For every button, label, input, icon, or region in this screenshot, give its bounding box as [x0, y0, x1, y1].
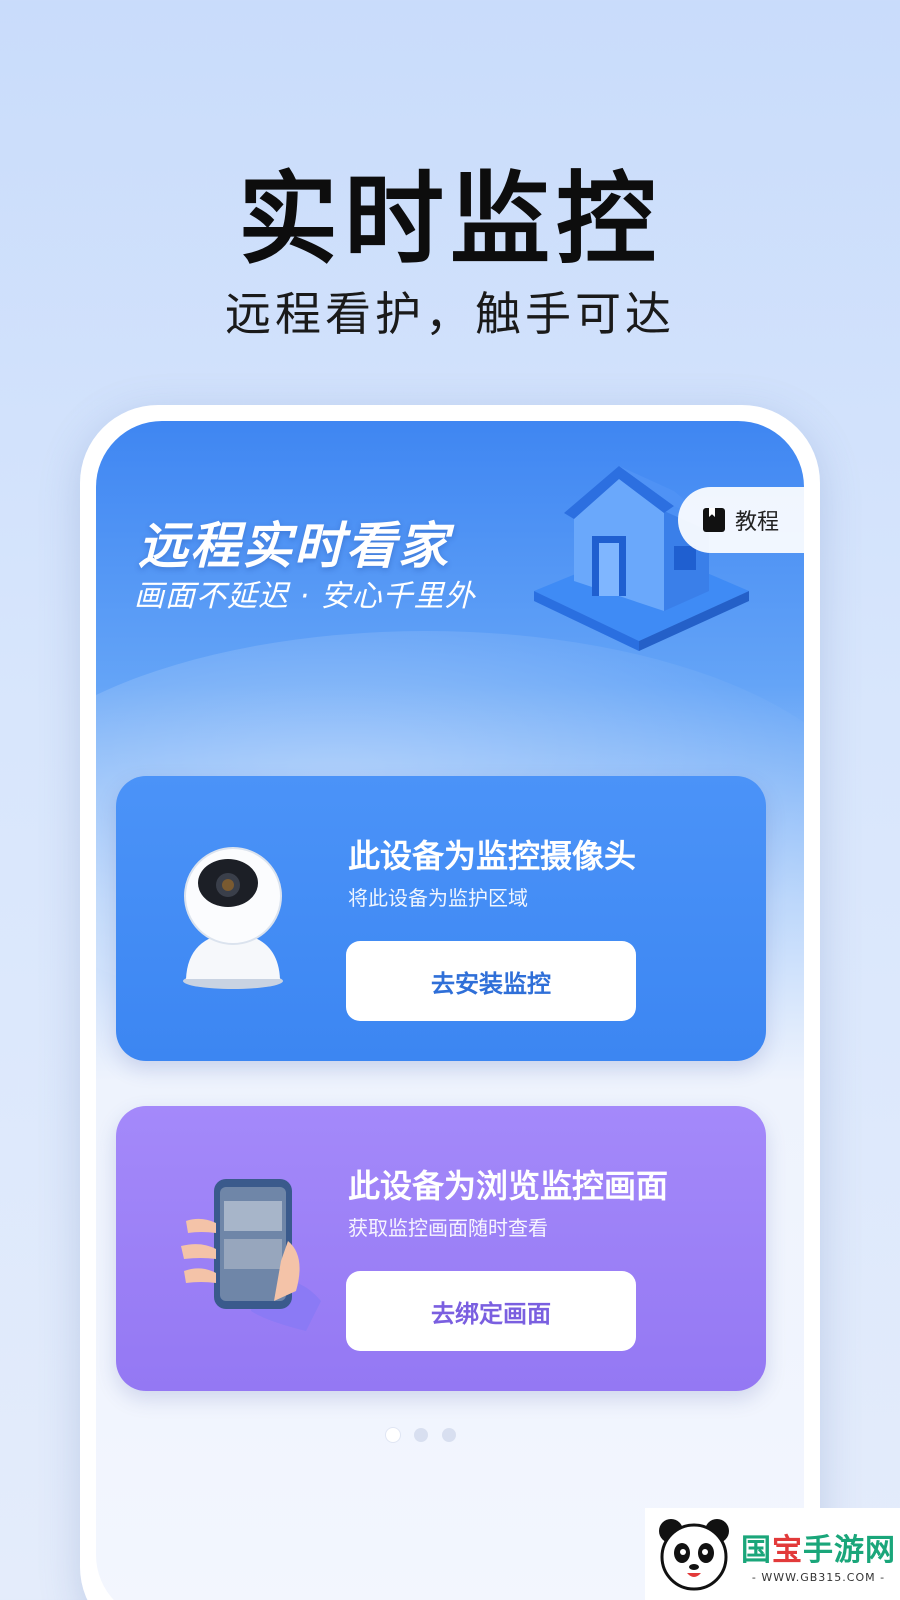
viewer-card-title: 此设备为浏览监控画面: [348, 1167, 669, 1205]
tutorial-label: 教程: [734, 510, 779, 535]
tutorial-button[interactable]: 教程: [678, 487, 804, 553]
viewer-card-description: 获取监控画面随时查看: [348, 1216, 548, 1240]
watermark-url: - WWW.GB315.COM -: [751, 1570, 886, 1584]
panda-logo-icon: [659, 1519, 729, 1591]
camera-card-title: 此设备为监控摄像头: [348, 837, 637, 875]
phone-in-hand-icon: [181, 1179, 321, 1331]
subheadline: 远程看护，触手可达: [225, 287, 675, 341]
install-monitor-button[interactable]: 去安装监控: [346, 941, 636, 1021]
camera-card-description: 将此设备为监护区域: [348, 886, 528, 910]
hero-title: 远程实时看家: [138, 517, 450, 575]
bookmark-icon: [702, 508, 725, 532]
headline: 实时监控: [238, 161, 662, 278]
page-dot[interactable]: [386, 1428, 400, 1442]
camera-mode-card[interactable]: 此设备为监控摄像头 将此设备为监护区域 去安装监控: [116, 776, 766, 1061]
hero-subtitle: 画面不延迟 · 安心千里外: [134, 579, 476, 614]
page-indicator: [386, 1428, 456, 1442]
page-dot[interactable]: [442, 1428, 456, 1442]
page-dot[interactable]: [414, 1428, 428, 1442]
app-screen: 远程实时看家 画面不延迟 · 安心千里外 教程 此设备为监控摄像头 将此设备为监…: [96, 421, 804, 1600]
bind-screen-button[interactable]: 去绑定画面: [346, 1271, 636, 1351]
watermark-logo: 国宝手游网: [741, 1532, 896, 1568]
viewer-mode-card[interactable]: 此设备为浏览监控画面 获取监控画面随时查看 去绑定画面: [116, 1106, 766, 1391]
watermark: 国宝手游网 - WWW.GB315.COM -: [645, 1508, 900, 1600]
watermark-text: 国宝手游网 - WWW.GB315.COM -: [741, 1525, 896, 1584]
security-camera-icon: [183, 847, 283, 989]
